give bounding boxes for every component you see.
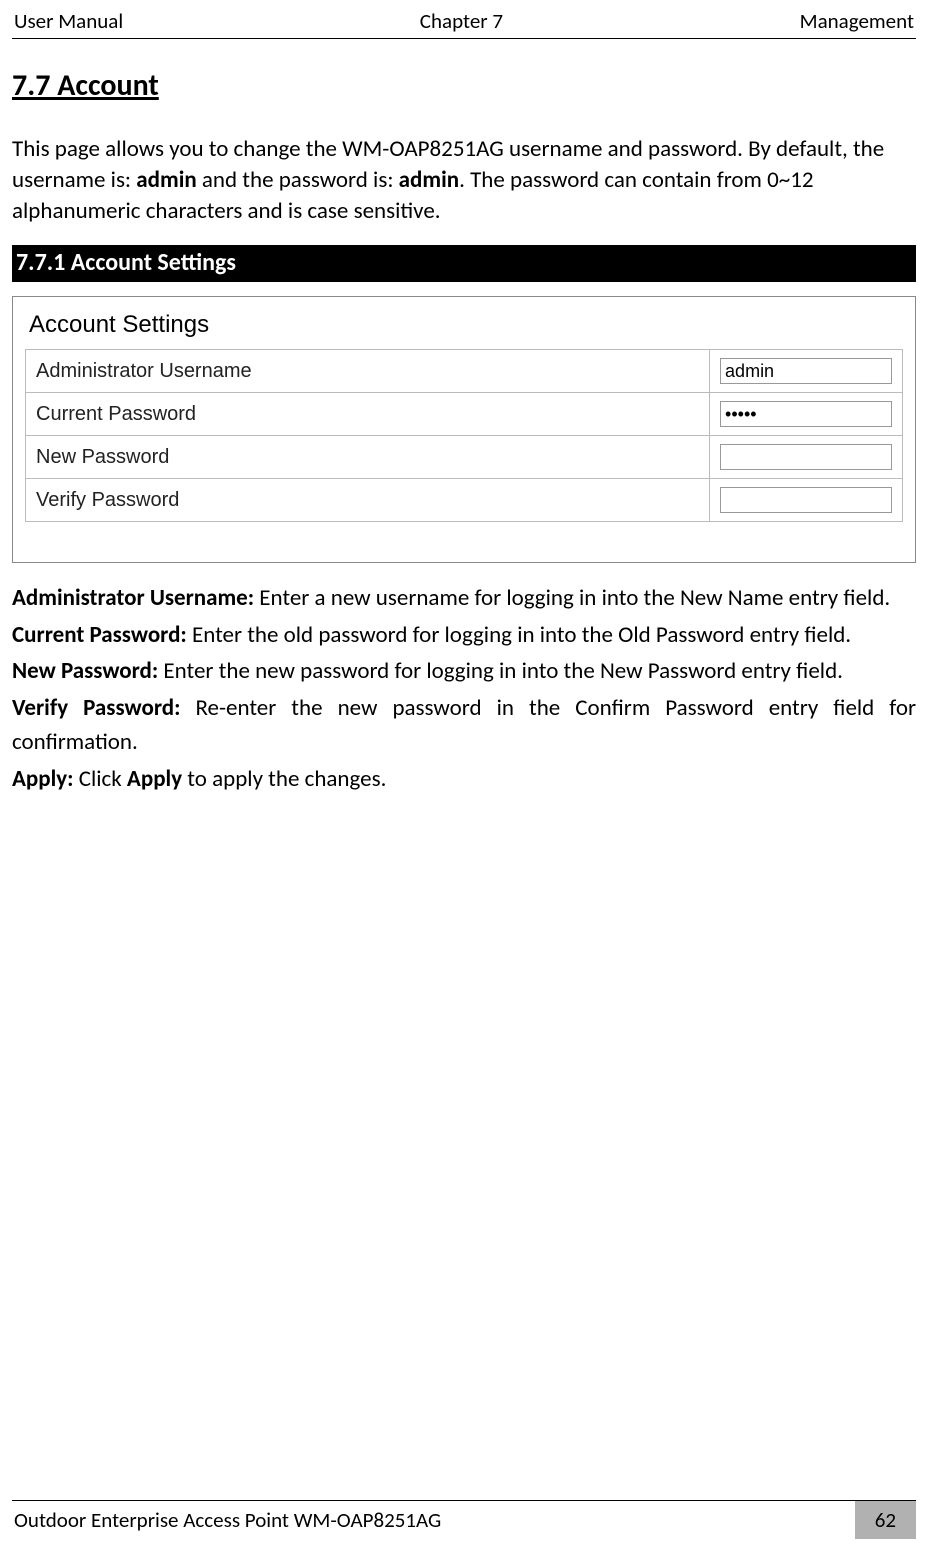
cell-current-password (710, 393, 903, 436)
def-current-password-label: Current Password: (12, 621, 187, 649)
subsection-heading: 7.7.1 Account Settings (12, 245, 916, 282)
input-verify-password[interactable] (720, 487, 892, 513)
def-apply-bold: Apply (127, 765, 182, 793)
input-current-password[interactable] (720, 401, 892, 427)
field-definitions: Administrator Username: Enter a new user… (12, 581, 916, 796)
row-admin-username: Administrator Username (26, 350, 903, 393)
header-right: Management (800, 8, 914, 34)
page-header: User Manual Chapter 7 Management (12, 8, 916, 39)
header-left: User Manual (14, 8, 123, 34)
def-apply-text-1: Click (74, 765, 127, 793)
section-title: 7.7 Account (12, 67, 916, 104)
def-apply: Apply: Click Apply to apply the changes. (12, 762, 916, 797)
screenshot-title: Account Settings (25, 311, 903, 339)
def-new-password: New Password: Enter the new password for… (12, 654, 916, 689)
def-admin-username-label: Administrator Username: (12, 584, 254, 612)
footer-product-name: Outdoor Enterprise Access Point WM-OAP82… (12, 1501, 443, 1539)
account-settings-screenshot: Account Settings Administrator Username … (12, 296, 916, 563)
def-admin-username-text: Enter a new username for logging in into… (254, 584, 890, 612)
def-admin-username: Administrator Username: Enter a new user… (12, 581, 916, 616)
def-apply-label: Apply: (12, 765, 74, 793)
input-new-password[interactable] (720, 444, 892, 470)
def-new-password-label: New Password: (12, 657, 158, 685)
def-verify-password-label: Verify Password: (12, 694, 180, 722)
intro-text-mid: and the password is: (197, 166, 399, 194)
account-settings-table: Administrator Username Current Password … (25, 349, 903, 522)
row-new-password: New Password (26, 436, 903, 479)
header-center: Chapter 7 (420, 8, 503, 34)
def-apply-text-2: to apply the changes. (182, 765, 386, 793)
page-footer: Outdoor Enterprise Access Point WM-OAP82… (12, 1500, 916, 1539)
cell-new-password (710, 436, 903, 479)
label-verify-password: Verify Password (26, 479, 710, 522)
label-new-password: New Password (26, 436, 710, 479)
def-current-password: Current Password: Enter the old password… (12, 618, 916, 653)
row-verify-password: Verify Password (26, 479, 903, 522)
def-new-password-text: Enter the new password for logging in in… (158, 657, 843, 685)
intro-paragraph: This page allows you to change the WM-OA… (12, 134, 916, 227)
intro-bold-1: admin (136, 166, 196, 194)
row-current-password: Current Password (26, 393, 903, 436)
intro-bold-2: admin (399, 166, 459, 194)
def-verify-password: Verify Password: Re-enter the new passwo… (12, 691, 916, 760)
label-admin-username: Administrator Username (26, 350, 710, 393)
cell-admin-username (710, 350, 903, 393)
footer-page-number: 62 (855, 1501, 916, 1539)
input-admin-username[interactable] (720, 358, 892, 384)
cell-verify-password (710, 479, 903, 522)
def-current-password-text: Enter the old password for logging in in… (187, 621, 851, 649)
label-current-password: Current Password (26, 393, 710, 436)
